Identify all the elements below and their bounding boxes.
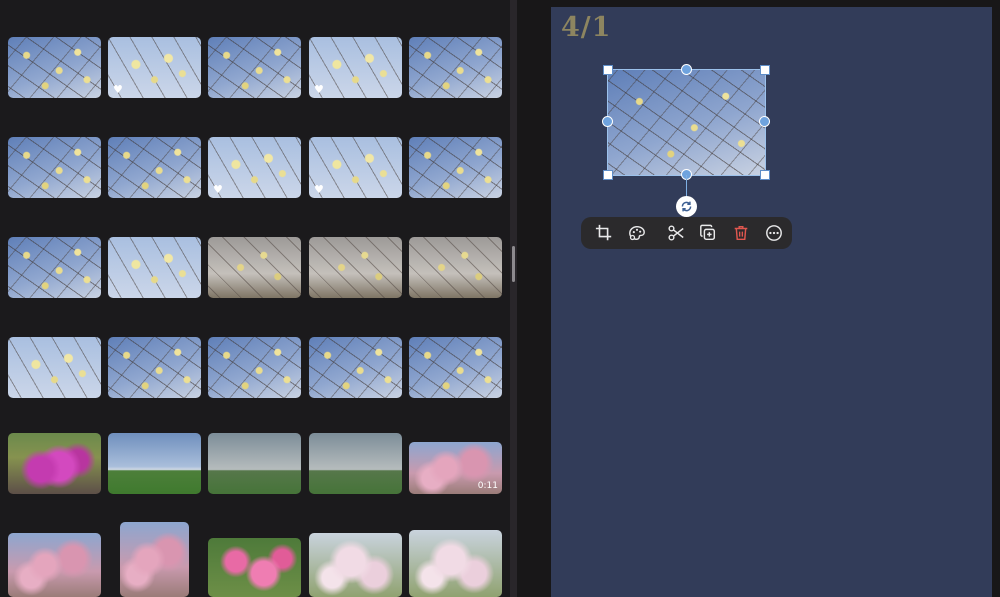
photo-thumbnail[interactable] — [309, 237, 402, 298]
photo-thumbnail[interactable] — [208, 37, 301, 98]
photo-thumbnail[interactable] — [208, 337, 301, 398]
favorite-heart-icon: ♥ — [213, 183, 223, 196]
photo-thumbnail[interactable] — [108, 337, 201, 398]
trash-icon — [734, 225, 748, 241]
photo-thumbnail[interactable] — [108, 237, 201, 298]
duplicate-icon — [700, 224, 716, 241]
video-duration: 0:11 — [477, 481, 498, 491]
rotate-icon — [681, 201, 692, 212]
photo-thumbnail[interactable] — [409, 37, 502, 98]
photo-thumbnail[interactable] — [108, 433, 201, 494]
app-window: ♥ ♥ ♥ ♥ 0:11 4/1 — [0, 0, 1000, 597]
split-divider[interactable] — [510, 0, 517, 597]
photo-thumbnail[interactable]: ♥ — [309, 37, 402, 98]
photo-thumbnail[interactable]: ♥ — [108, 37, 201, 98]
resize-handle-right[interactable] — [759, 116, 770, 127]
photo-thumbnail[interactable] — [208, 433, 301, 494]
photo-thumbnail[interactable] — [409, 237, 502, 298]
photo-thumbnail[interactable] — [120, 522, 189, 597]
photo-thumbnail[interactable] — [309, 337, 402, 398]
cut-button[interactable] — [661, 219, 691, 247]
photo-thumbnail[interactable] — [8, 37, 101, 98]
photo-grid-panel[interactable]: ♥ ♥ ♥ ♥ 0:11 — [0, 0, 510, 597]
palette-icon — [628, 225, 645, 241]
filter-button[interactable] — [622, 219, 652, 247]
photo-thumbnail[interactable]: ♥ — [309, 137, 402, 198]
photo-thumbnail[interactable] — [409, 337, 502, 398]
favorite-heart-icon: ♥ — [314, 83, 324, 96]
photo-thumbnail[interactable] — [8, 237, 101, 298]
more-button[interactable] — [759, 219, 789, 247]
more-icon — [766, 225, 782, 241]
context-toolbar — [581, 217, 792, 249]
crop-icon — [595, 224, 612, 241]
favorite-heart-icon: ♥ — [113, 83, 123, 96]
photo-thumbnail[interactable] — [8, 533, 101, 597]
resize-handle-bottom-right[interactable] — [760, 170, 770, 180]
resize-handle-left[interactable] — [602, 116, 613, 127]
duplicate-button[interactable] — [693, 219, 723, 247]
resize-handle-top[interactable] — [681, 64, 692, 75]
photo-thumbnail[interactable] — [8, 337, 101, 398]
photo-thumbnail[interactable] — [409, 530, 502, 597]
resize-handle-bottom-left[interactable] — [603, 170, 613, 180]
rotate-button[interactable] — [676, 196, 697, 217]
photo-thumbnail[interactable] — [8, 433, 101, 494]
photo-thumbnail[interactable] — [108, 137, 201, 198]
crop-button[interactable] — [589, 219, 619, 247]
photo-thumbnail[interactable] — [208, 237, 301, 298]
photo-thumbnail[interactable] — [409, 137, 502, 198]
photo-thumbnail[interactable] — [208, 538, 301, 597]
resize-handle-top-left[interactable] — [603, 65, 613, 75]
placed-photo[interactable] — [607, 69, 766, 176]
page-date-label[interactable]: 4/1 — [561, 12, 611, 43]
photo-thumbnail[interactable] — [8, 137, 101, 198]
photo-thumbnail[interactable] — [309, 433, 402, 494]
photo-thumbnail[interactable]: ♥ — [208, 137, 301, 198]
split-drag-handle[interactable] — [512, 246, 515, 282]
scissors-icon — [668, 225, 684, 241]
resize-handle-top-right[interactable] — [760, 65, 770, 75]
favorite-heart-icon: ♥ — [314, 183, 324, 196]
photo-thumbnail[interactable] — [309, 533, 402, 597]
photo-thumbnail[interactable]: 0:11 — [409, 442, 502, 494]
delete-button[interactable] — [726, 219, 756, 247]
